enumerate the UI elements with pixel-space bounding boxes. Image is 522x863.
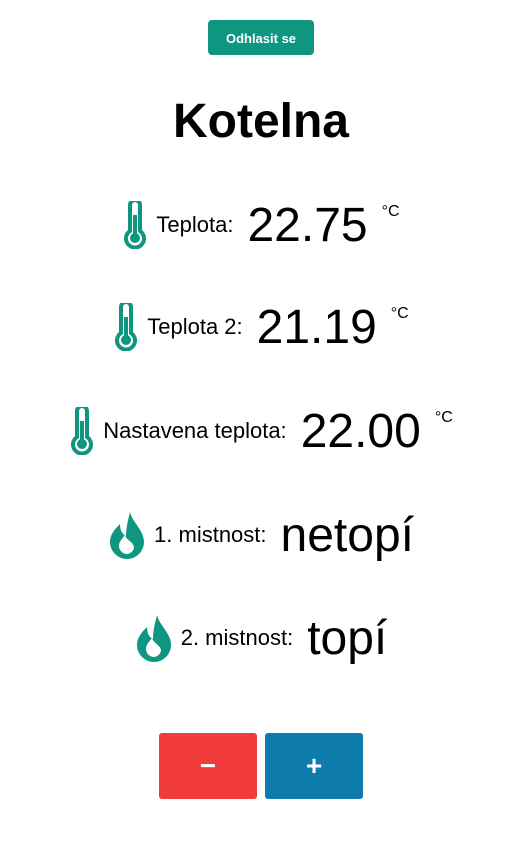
temperature-2-label: Teplota 2: — [147, 314, 243, 339]
flame-icon — [135, 613, 173, 663]
temperature-value: 22.75 — [247, 198, 368, 252]
decrease-button[interactable]: − — [159, 733, 257, 799]
room-2-label: 2. mistnost: — [180, 625, 294, 650]
logout-container: Odhlasit se — [0, 20, 522, 55]
flame-icon — [108, 510, 146, 560]
thermometer-icon — [69, 407, 95, 455]
set-temperature-label: Nastavena teplota: — [103, 418, 287, 443]
temperature-2-unit: °C — [390, 305, 409, 322]
thermometer-icon — [113, 303, 139, 351]
room-1-row: 1. mistnost: netopí — [0, 505, 522, 565]
set-temperature-row: Nastavena teplota: 22.00 °C — [0, 401, 522, 461]
room-1-status: netopí — [280, 508, 414, 562]
room-2-status: topí — [307, 611, 388, 665]
temperature-row-2: Teplota 2: 21.19 °C — [0, 297, 522, 357]
temperature-2-value: 21.19 — [256, 300, 377, 354]
increase-button[interactable]: + — [265, 733, 363, 799]
set-temperature-value: 22.00 — [300, 404, 421, 458]
thermometer-icon — [122, 201, 148, 249]
logout-button[interactable]: Odhlasit se — [208, 20, 314, 55]
page-title: Kotelna — [172, 95, 349, 148]
set-temperature-unit: °C — [434, 409, 453, 426]
room-1-label: 1. mistnost: — [154, 522, 267, 547]
temperature-unit: °C — [381, 203, 400, 220]
room-2-row: 2. mistnost: topí — [0, 608, 522, 668]
temperature-label: Teplota: — [156, 212, 234, 237]
temperature-row-1: Teplota: 22.75 °C — [0, 195, 522, 255]
temperature-controls: − + — [0, 733, 522, 799]
